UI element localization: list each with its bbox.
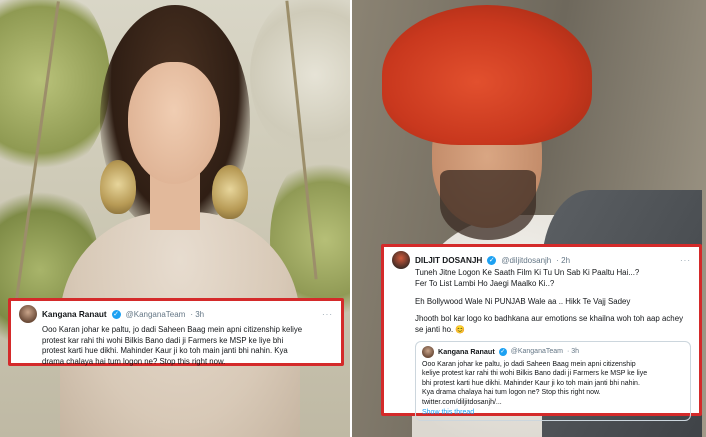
turban	[382, 5, 592, 145]
earring	[212, 165, 248, 219]
tweet-time[interactable]: · 3h	[190, 310, 204, 319]
quoted-tweet[interactable]: Kangana Ranaut ✓ @KanganaTeam · 3h Ooo K…	[415, 340, 691, 422]
tweet-line: Eh Bollywood Wale Ni PUNJAB Wale aa .. H…	[415, 296, 631, 306]
tweet-line: Fer To List Lambi Ho Jaegi Maalko Ki..?	[415, 278, 555, 288]
tweet-header: DILJIT DOSANJH ✓ @diljitdosanjh · 2h ···	[392, 251, 691, 269]
tweet-line: Ooo Karan johar ke paltu, jo dadi Saheen…	[42, 325, 303, 334]
tweet-line: protest kar rahi thi wohi Bilkis Bano da…	[42, 335, 284, 345]
tweet-line: bhi protest karti hue dikhi. Mahinder Ka…	[422, 379, 640, 387]
tweet-text: Tuneh Jitne Logon Ke Saath Film Ki Tu Un…	[415, 268, 691, 336]
tweet-header: Kangana Ranaut ✓ @KanganaTeam · 3h ···	[19, 305, 333, 323]
tweet-time[interactable]: · 2h	[556, 256, 570, 265]
verified-badge-icon: ✓	[498, 347, 507, 356]
verified-badge-icon: ✓	[111, 309, 121, 319]
avatar[interactable]	[19, 305, 37, 323]
tweet-line: keliye protest kar rahi thi wohi Bilkis …	[422, 370, 648, 378]
show-thread-link[interactable]: Show this thread	[422, 409, 684, 416]
tweet-line: drama chalaya hai tum logon ne? Stop thi…	[42, 356, 226, 366]
display-name[interactable]: DILJIT DOSANJH	[415, 256, 482, 265]
beard	[440, 170, 536, 240]
user-handle: @KanganaTeam	[510, 348, 563, 356]
kangana-tweet-card[interactable]: Kangana Ranaut ✓ @KanganaTeam · 3h ··· O…	[8, 298, 344, 366]
more-options-icon[interactable]: ···	[322, 310, 333, 319]
tweet-line: Tuneh Jitne Logon Ke Saath Film Ki Tu Un…	[415, 268, 640, 277]
tweet-line: protest karti hue dikhi. Mahinder Kaur j…	[42, 346, 288, 356]
display-name[interactable]: Kangana Ranaut	[42, 310, 107, 319]
tweet-line: se janti ho. 😊	[415, 325, 466, 335]
display-name: Kangana Ranaut	[438, 347, 495, 357]
user-handle[interactable]: @diljitdosanjh	[501, 256, 551, 265]
avatar[interactable]	[392, 251, 410, 269]
tweet-link[interactable]: twitter.com/diljitdosanjh/...	[422, 398, 684, 407]
quoted-tweet-text: Ooo Karan johar ke paltu, jo dadi Saheen…	[422, 360, 684, 407]
face	[128, 62, 220, 184]
kangana-photo	[0, 0, 350, 437]
quoted-tweet-header: Kangana Ranaut ✓ @KanganaTeam · 3h	[422, 345, 684, 358]
tweet-text: Ooo Karan johar ke paltu, jo dadi Saheen…	[42, 325, 333, 367]
tweet-line: Jhooth bol kar logo ko badhkana aur emot…	[415, 314, 684, 324]
diljit-tweet-card[interactable]: DILJIT DOSANJH ✓ @diljitdosanjh · 2h ···…	[381, 244, 702, 422]
verified-badge-icon: ✓	[487, 255, 497, 265]
earring	[100, 160, 136, 214]
tweet-line: Kya drama chalaya hai tum logon ne? Stop…	[422, 389, 601, 397]
user-handle[interactable]: @KanganaTeam	[126, 310, 186, 319]
tweet-time: · 3h	[566, 348, 580, 356]
more-options-icon[interactable]: ···	[680, 256, 691, 265]
tweet-line: Ooo Karan johar ke paltu, jo dadi Saheen…	[422, 360, 636, 368]
avatar	[422, 345, 434, 358]
